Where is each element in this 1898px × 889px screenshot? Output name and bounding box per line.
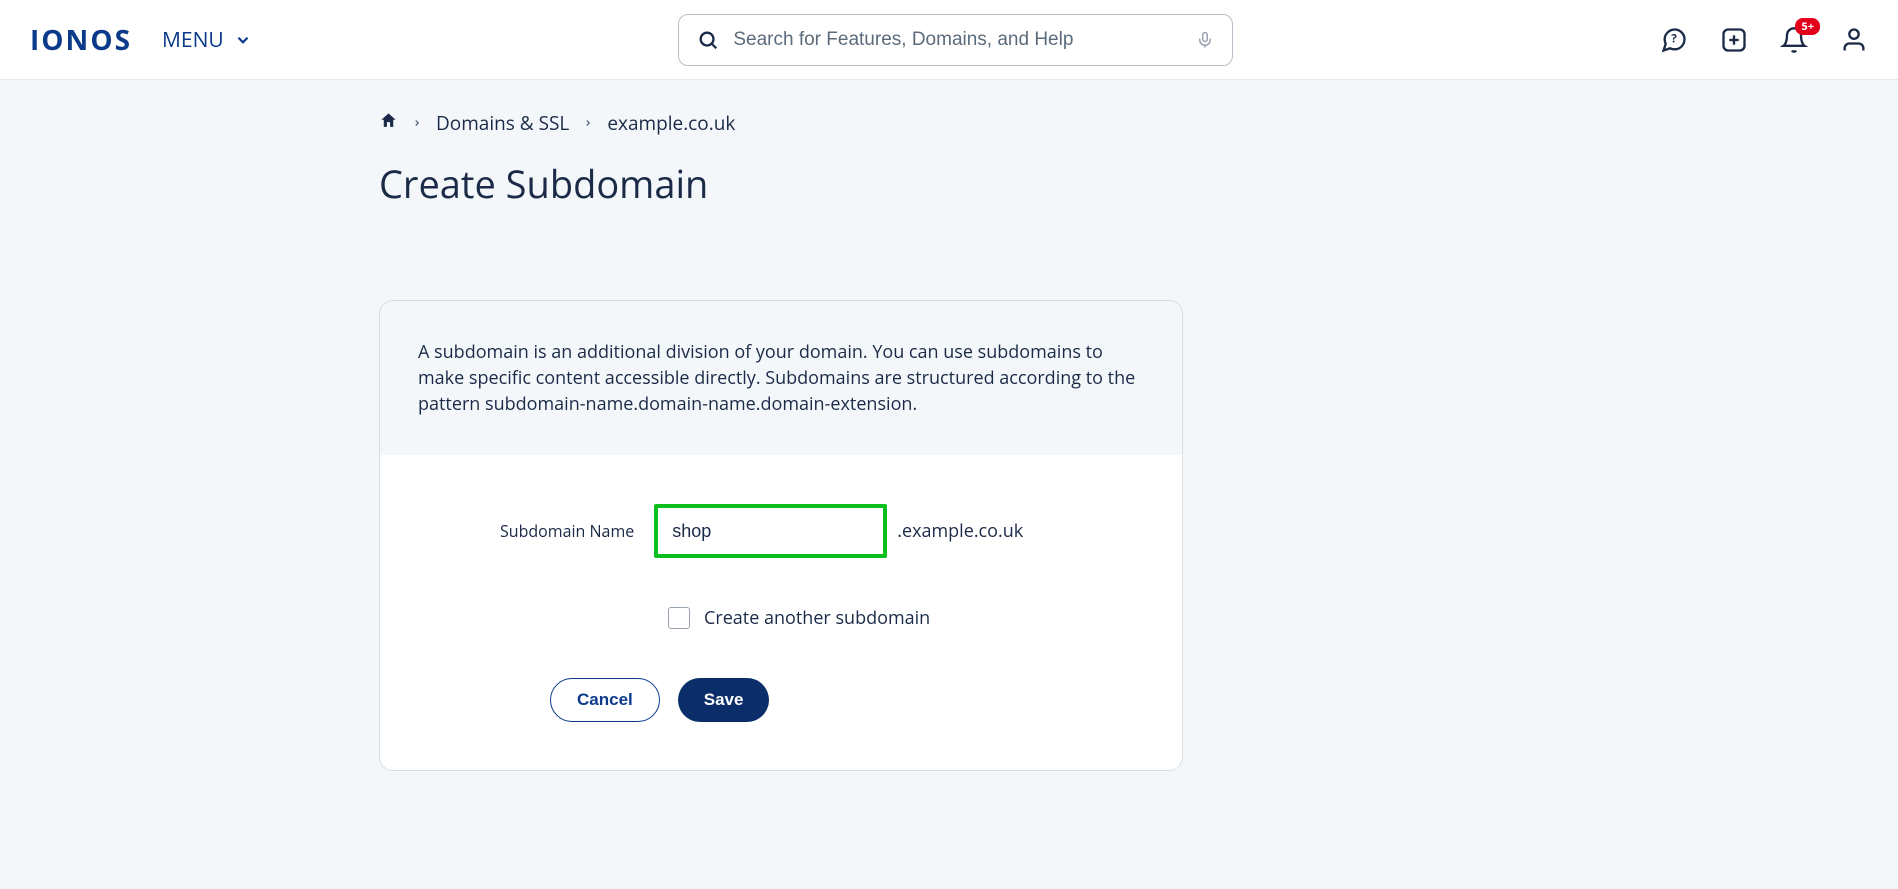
top-header: IONOS MENU ? [0, 0, 1898, 80]
create-another-checkbox[interactable] [668, 607, 690, 629]
subdomain-input[interactable] [658, 508, 883, 554]
chevron-right-icon [412, 110, 422, 136]
search-input[interactable] [733, 29, 1182, 51]
notifications-button[interactable]: 5+ [1780, 26, 1808, 54]
create-another-label: Create another subdomain [704, 606, 930, 630]
help-chat-button[interactable]: ? [1660, 26, 1688, 54]
button-row: Cancel Save [550, 678, 1142, 722]
account-button[interactable] [1840, 26, 1868, 54]
subdomain-label: Subdomain Name [500, 520, 634, 542]
subdomain-input-highlight [654, 504, 887, 558]
card-info-text: A subdomain is an additional division of… [380, 301, 1182, 456]
main-container: Domains & SSL example.co.uk Create Subdo… [379, 80, 1519, 831]
breadcrumb: Domains & SSL example.co.uk [379, 110, 1519, 136]
search-icon [697, 29, 719, 51]
cancel-button[interactable]: Cancel [550, 678, 660, 722]
subdomain-card: A subdomain is an additional division of… [379, 300, 1183, 771]
person-icon [1840, 26, 1868, 54]
breadcrumb-item-domains[interactable]: Domains & SSL [436, 110, 569, 136]
svg-text:?: ? [1671, 31, 1677, 46]
chevron-down-icon [234, 31, 252, 49]
microphone-icon[interactable] [1196, 29, 1214, 51]
subdomain-name-row: Subdomain Name .example.co.uk [420, 504, 1142, 558]
chat-icon: ? [1660, 26, 1688, 54]
menu-label: MENU [162, 26, 224, 54]
notification-badge: 5+ [1795, 18, 1820, 35]
chevron-right-icon [583, 110, 593, 136]
logo[interactable]: IONOS [30, 21, 132, 59]
save-button[interactable]: Save [678, 678, 770, 722]
breadcrumb-home[interactable] [379, 110, 398, 136]
breadcrumb-item-domain[interactable]: example.co.uk [607, 110, 735, 136]
plus-square-icon [1720, 26, 1748, 54]
page-title: Create Subdomain [379, 158, 1519, 210]
header-icons: ? 5+ [1660, 26, 1868, 54]
search-box[interactable] [678, 14, 1233, 66]
add-button[interactable] [1720, 26, 1748, 54]
domain-suffix: .example.co.uk [897, 519, 1023, 543]
home-icon [379, 111, 398, 130]
search-wrap [252, 14, 1660, 66]
card-form: Subdomain Name .example.co.uk Create ano… [380, 456, 1182, 770]
menu-button[interactable]: MENU [162, 26, 252, 54]
create-another-row: Create another subdomain [668, 606, 1142, 630]
